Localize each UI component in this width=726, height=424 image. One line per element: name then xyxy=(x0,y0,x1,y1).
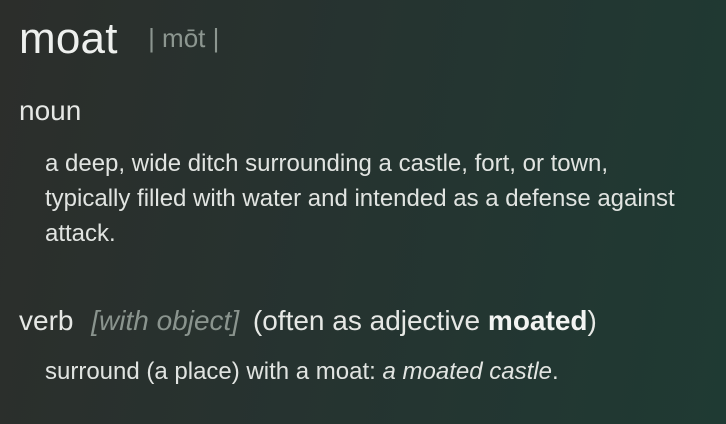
dictionary-panel: moat | mōt | noun a deep, wide ditch sur… xyxy=(0,0,726,424)
verb-definition-text: surround (a place) with a moat: xyxy=(45,358,383,385)
headword: moat xyxy=(19,14,118,63)
verb-example-end: . xyxy=(551,358,559,385)
pronunciation: | mōt | xyxy=(148,23,220,53)
usage-note: (often as adjective moated) xyxy=(253,305,597,336)
usage-note-open: (often as adjective xyxy=(252,305,488,336)
part-of-speech-verb: verb xyxy=(19,305,74,336)
verb-definition: surround (a place) with a moat: a moated… xyxy=(45,358,559,386)
headword-row: moat | mōt | xyxy=(19,14,219,64)
grammar-note: [with object] xyxy=(91,305,240,336)
noun-definition: a deep, wide ditch surrounding a castle,… xyxy=(45,150,675,247)
verb-header: verb [with object] (often as adjective m… xyxy=(19,305,597,337)
part-of-speech-noun: noun xyxy=(19,95,82,126)
usage-note-bold: moated xyxy=(487,305,588,336)
verb-example: a moated castle xyxy=(382,358,552,385)
usage-note-close: ) xyxy=(587,305,597,336)
